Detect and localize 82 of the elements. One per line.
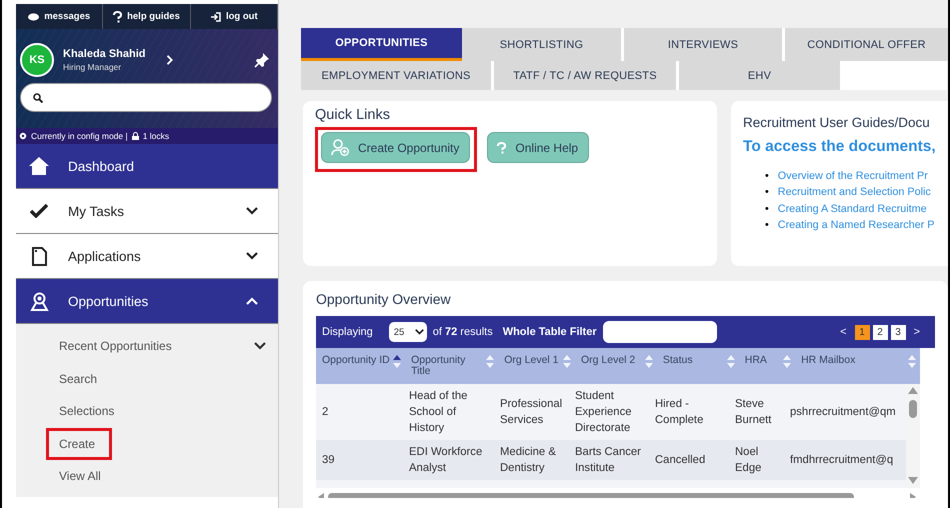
search-icon	[33, 92, 43, 102]
page-size-select[interactable]: 25	[388, 322, 427, 342]
table-cell: fmdhrrecruitment@q	[784, 440, 906, 480]
submenu-item[interactable]: Search	[59, 372, 98, 386]
vertical-scrollbar[interactable]	[906, 384, 920, 488]
sort-icon	[644, 355, 653, 368]
user-role: Hiring Manager	[63, 62, 122, 72]
gear-icon	[19, 132, 27, 140]
config-mode-text: Currently in config mode |	[31, 131, 128, 141]
guide-link[interactable]: Creating a Named Researcher P	[778, 216, 934, 234]
search-field[interactable]	[20, 83, 272, 112]
guides-heading: To access the documents,	[743, 138, 937, 156]
locks-count: 1 locks	[142, 131, 170, 141]
displaying-label: Displaying	[322, 326, 373, 338]
guide-link[interactable]: Creating A Standard Recruitme	[778, 200, 927, 217]
tab[interactable]: OPPORTUNITIES	[301, 28, 462, 61]
bullet: •	[765, 169, 769, 184]
pin-icon[interactable]	[254, 52, 270, 68]
page-link[interactable]: 3	[890, 324, 906, 340]
chevron-down-icon	[254, 342, 266, 350]
next-page-link[interactable]: >	[908, 326, 925, 338]
nav-item[interactable]: Dashboard	[16, 144, 278, 189]
guide-link[interactable]: Recruitment and Selection Polic	[778, 184, 931, 201]
sort-icon	[562, 355, 571, 368]
tab[interactable]: EHV	[679, 61, 840, 90]
bullet: •	[765, 218, 769, 233]
tab[interactable]: INTERVIEWS	[624, 28, 785, 61]
column-header[interactable]: Org Level 2	[574, 348, 657, 384]
tab[interactable]: TATF / TC / AW REQUESTS	[494, 61, 679, 90]
bullet: •	[765, 185, 769, 200]
section-title: Opportunity Overview	[316, 291, 452, 307]
sort-icon	[783, 355, 792, 368]
filter-field[interactable]	[602, 321, 717, 343]
section-title: Recruitment User Guides/Docu	[743, 115, 931, 130]
column-header[interactable]: Opportunity Title	[405, 348, 498, 384]
filter-label: Whole Table Filter	[502, 326, 597, 338]
column-header[interactable]: Opportunity ID	[316, 348, 406, 384]
logout-icon	[210, 12, 221, 22]
table-cell: Medicine & Dentistry	[494, 440, 569, 480]
help-icon	[113, 10, 122, 22]
tab[interactable]: SHORTLISTING	[462, 28, 624, 61]
table-cell: 39	[316, 440, 403, 480]
tab[interactable]: CONDITIONAL OFFER	[785, 28, 948, 61]
nav-item[interactable]: My Tasks	[16, 189, 278, 234]
user-add-icon	[331, 139, 349, 156]
checkmark-icon	[30, 204, 48, 218]
chat-icon	[28, 12, 40, 20]
chevron-down-icon	[414, 329, 424, 335]
sort-icon	[908, 355, 916, 368]
submenu-item[interactable]: View All	[59, 469, 101, 484]
guide-link[interactable]: Overview of the Recruitment Pr	[778, 168, 928, 184]
column-header[interactable]: HRA	[738, 348, 796, 384]
column-header[interactable]: Org Level 1	[498, 348, 575, 384]
lock-icon	[132, 132, 139, 140]
quick-link-button[interactable]: Online Help	[487, 132, 590, 163]
prev-page-link[interactable]: <	[835, 326, 852, 338]
user-name: Khaleda Shahid	[63, 48, 147, 60]
sort-icon	[726, 355, 735, 368]
quick-link-button[interactable]: Create Opportunity	[321, 132, 470, 163]
results-count: of 72 results	[432, 326, 493, 338]
house-icon	[29, 157, 49, 175]
nav-item[interactable]: Opportunities	[16, 279, 278, 324]
submenu-item[interactable]: Create	[46, 428, 112, 460]
document-icon	[32, 246, 46, 266]
submenu-item[interactable]: Recent Opportunities	[59, 339, 172, 354]
submenu-item[interactable]: Selections	[59, 404, 114, 418]
page-link[interactable]: 1	[854, 324, 870, 340]
column-header[interactable]: HR Mailbox	[795, 348, 920, 384]
page-link[interactable]: 2	[872, 324, 888, 340]
column-header[interactable]: Status	[656, 348, 739, 384]
table-cell: Barts Cancer Institute	[569, 440, 649, 480]
help-icon	[497, 142, 506, 154]
sort-icon	[393, 355, 402, 368]
person-icon	[30, 292, 48, 310]
tab[interactable]: EMPLOYMENT VARIATIONS	[301, 61, 494, 90]
section-title: Quick Links	[315, 107, 391, 123]
table-cell: EDI Workforce Analyst	[403, 440, 494, 480]
sort-icon	[486, 355, 494, 368]
table-cell: Noel Edge	[729, 440, 784, 480]
chevron-icon	[166, 55, 174, 65]
table-cell: Cancelled	[649, 440, 729, 480]
bullet: •	[765, 202, 769, 217]
